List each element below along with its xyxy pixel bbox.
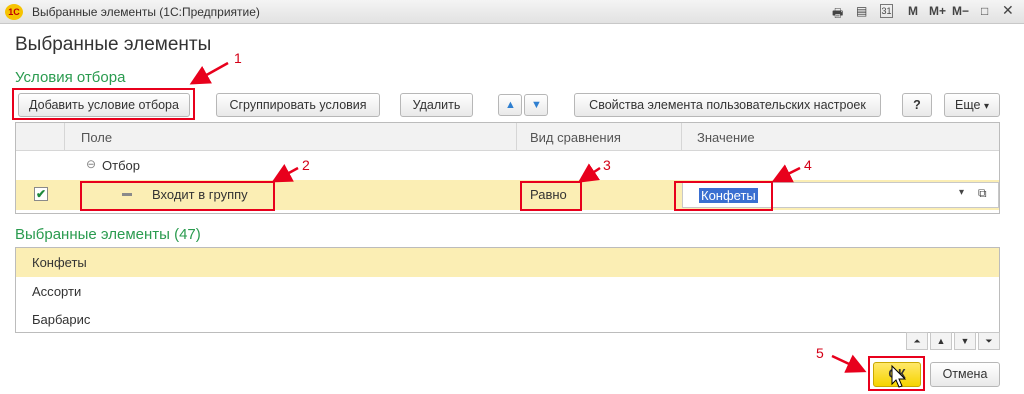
- move-down-button[interactable]: ▼: [524, 94, 548, 116]
- annotation-box-4: [674, 181, 773, 211]
- scroll-first-button[interactable]: ⏶: [906, 332, 928, 350]
- list-item[interactable]: Ассорти: [16, 277, 999, 306]
- maximize-icon[interactable]: □: [981, 4, 988, 18]
- scroll-last-button[interactable]: ⏷: [978, 332, 1000, 350]
- column-divider: [681, 123, 682, 151]
- app-logo-icon: 1С: [5, 4, 23, 20]
- column-divider: [516, 123, 517, 151]
- column-header-field[interactable]: Поле: [81, 130, 112, 145]
- condition-enabled-checkbox[interactable]: ✔: [34, 187, 48, 201]
- annotation-number-2: 2: [302, 157, 310, 173]
- delete-button[interactable]: Удалить: [400, 93, 473, 117]
- annotation-box-3: [520, 181, 582, 211]
- list-item[interactable]: Барбарис: [16, 305, 999, 334]
- chevron-down-icon: ▾: [983, 101, 989, 112]
- scroll-up-button[interactable]: ▲: [930, 332, 952, 350]
- annotation-number-1: 1: [234, 50, 242, 66]
- more-label: Еще: [955, 98, 981, 112]
- column-header-value[interactable]: Значение: [697, 130, 755, 145]
- collapse-toggle-icon[interactable]: ⊖: [86, 157, 96, 171]
- form-title: Выбранные элементы: [15, 34, 212, 55]
- dropdown-icon[interactable]: ▾: [959, 187, 964, 198]
- column-divider: [64, 123, 65, 151]
- more-button[interactable]: Еще ▾: [944, 93, 1000, 117]
- memory-button[interactable]: M: [908, 4, 918, 18]
- column-header-comparison[interactable]: Вид сравнения: [530, 130, 621, 145]
- memory-minus-button[interactable]: M−: [952, 4, 969, 18]
- annotation-arrow-5: [831, 354, 867, 373]
- memory-plus-button[interactable]: M+: [929, 4, 946, 18]
- print-icon[interactable]: 🖶: [832, 4, 843, 25]
- selected-items-list: Конфеты Ассорти Барбарис: [15, 247, 1000, 333]
- window-titlebar: 1С Выбранные элементы (1С:Предприятие) 🖶…: [0, 0, 1024, 24]
- window-title: Выбранные элементы (1С:Предприятие): [32, 5, 260, 19]
- annotation-box-1: [12, 88, 195, 120]
- annotation-number-3: 3: [603, 157, 611, 173]
- annotation-box-5: [868, 356, 925, 391]
- user-settings-properties-button[interactable]: Свойства элемента пользовательских настр…: [574, 93, 881, 117]
- annotation-number-5: 5: [816, 345, 824, 361]
- annotation-number-4: 4: [804, 157, 812, 173]
- filter-group-label: Отбор: [102, 158, 140, 173]
- filter-group-row[interactable]: ⊖ Отбор: [16, 151, 999, 180]
- list-item[interactable]: Конфеты: [16, 248, 999, 277]
- open-icon[interactable]: ⧉: [978, 186, 987, 201]
- calendar-icon[interactable]: 31: [880, 4, 893, 18]
- cancel-button[interactable]: Отмена: [930, 362, 1000, 387]
- move-up-button[interactable]: ▲: [498, 94, 522, 116]
- grid-header: Поле Вид сравнения Значение: [16, 123, 999, 151]
- annotation-arrow-1: [189, 61, 229, 85]
- help-button[interactable]: ?: [902, 93, 932, 117]
- save-icon[interactable]: ▤: [856, 4, 867, 18]
- close-icon[interactable]: ✕: [1002, 2, 1014, 19]
- arrow-up-icon: ▲: [505, 99, 516, 111]
- scroll-down-button[interactable]: ▼: [954, 332, 976, 350]
- group-conditions-button[interactable]: Сгруппировать условия: [216, 93, 380, 117]
- arrow-down-icon: ▼: [531, 99, 542, 111]
- selected-section-title: Выбранные элементы (47): [15, 226, 201, 243]
- filter-section-title: Условия отбора: [15, 69, 126, 86]
- annotation-box-2: [80, 181, 275, 211]
